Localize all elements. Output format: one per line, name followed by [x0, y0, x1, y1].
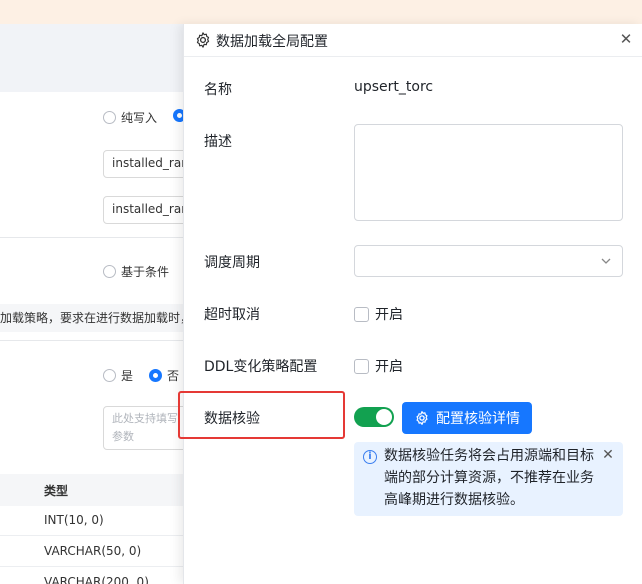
name-value: upsert_torc: [354, 79, 434, 95]
verify-label: 数据核验: [204, 411, 260, 427]
checkbox-label: 开启: [375, 359, 403, 375]
table-cell: VARCHAR(200, 0): [44, 575, 149, 584]
column-header-type: 类型: [44, 484, 69, 498]
radio-yes[interactable]: 是: [103, 367, 133, 384]
background-header: [0, 24, 184, 92]
radio-no[interactable]: 否: [149, 367, 179, 384]
button-label: 配置核验详情: [436, 411, 520, 427]
table-header: 类型: [0, 474, 184, 506]
schedule-label: 调度周期: [204, 255, 260, 271]
checkbox-box: [354, 306, 369, 322]
ddl-label: DDL变化策略配置: [204, 359, 318, 375]
close-icon[interactable]: ✕: [618, 31, 634, 47]
top-banner: [0, 0, 642, 24]
background-page: 纯写入 installed_ran installed_ran 基于条件 加载策…: [0, 24, 184, 584]
gear-icon: [416, 411, 428, 425]
drawer-header: 数据加载全局配置 ✕: [184, 24, 642, 57]
radio-circle: [103, 265, 116, 278]
name-label: 名称: [204, 82, 232, 98]
background-input-1[interactable]: installed_ran: [103, 150, 184, 178]
info-icon: i: [363, 450, 377, 464]
table-row: INT(10, 0): [0, 506, 184, 536]
verify-toggle[interactable]: [354, 407, 394, 427]
table-cell: VARCHAR(50, 0): [44, 544, 142, 558]
drawer-title: 数据加载全局配置: [216, 34, 328, 50]
radio-circle-selected: [149, 369, 162, 382]
checkbox-label: 开启: [375, 307, 403, 323]
table-row: VARCHAR(50, 0): [0, 537, 184, 567]
radio-circle: [103, 111, 116, 124]
description-label: 描述: [204, 134, 232, 150]
verify-info-text: 数据核验任务将会占用源端和目标端的部分计算资源，不推荐在业务高峰期进行数据核验。: [384, 448, 594, 508]
verify-info-alert: i 数据核验任务将会占用源端和目标端的部分计算资源，不推荐在业务高峰期进行数据核…: [354, 442, 623, 516]
divider: [0, 237, 184, 238]
toggle-knob: [376, 409, 392, 425]
radio-circle: [103, 369, 116, 382]
config-drawer: 数据加载全局配置 ✕ 名称 upsert_torc 描述 调度周期 超时取消 开…: [178, 24, 642, 584]
table-cell: INT(10, 0): [44, 513, 104, 527]
table-row: VARCHAR(200, 0): [0, 568, 184, 584]
radio-write-only[interactable]: 纯写入: [103, 109, 157, 126]
background-input-2[interactable]: installed_ran: [103, 196, 184, 224]
radio-condition[interactable]: 基于条件: [103, 263, 169, 280]
schedule-select[interactable]: [354, 245, 623, 277]
timeout-label: 超时取消: [204, 307, 260, 323]
close-icon[interactable]: ✕: [601, 448, 615, 462]
checkbox-box: [354, 358, 369, 374]
chevron-down-icon: [601, 258, 611, 264]
notice-text: 加载策略，要求在进行数据加载时，: [0, 311, 184, 325]
ddl-checkbox[interactable]: 开启: [354, 356, 403, 376]
description-textarea[interactable]: [354, 124, 623, 221]
background-textarea[interactable]: 此处支持填写 参数: [103, 406, 184, 450]
divider: [0, 340, 184, 341]
gear-icon: [196, 32, 210, 48]
config-verify-button[interactable]: 配置核验详情: [402, 402, 532, 434]
background-notice: 加载策略，要求在进行数据加载时，: [0, 304, 184, 332]
timeout-checkbox[interactable]: 开启: [354, 304, 403, 324]
